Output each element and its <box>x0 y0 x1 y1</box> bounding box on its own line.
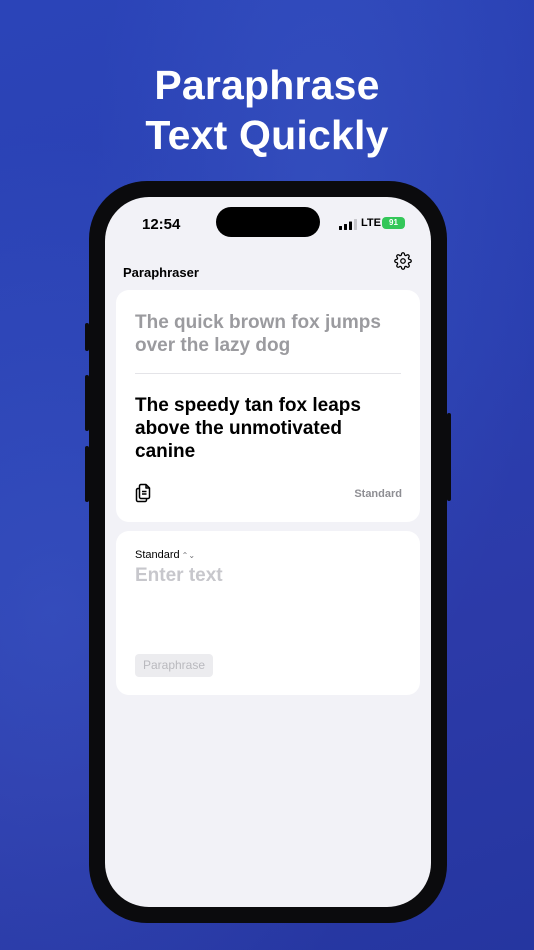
source-text: The quick brown fox jumps over the lazy … <box>135 312 381 356</box>
navigation-bar: Paraphraser <box>105 249 431 289</box>
battery-icon: 91 <box>382 217 405 229</box>
gear-icon[interactable] <box>394 252 412 270</box>
input-card: Standard⌃⌄ Paraphrase <box>116 531 420 695</box>
paraphrased-text: The speedy tan fox leaps above the unmot… <box>135 395 361 462</box>
phone-screen: 12:54 LTE 91 Paraphraser The quick brown… <box>105 197 431 907</box>
text-input[interactable] <box>135 565 401 645</box>
battery-level: 91 <box>389 218 398 227</box>
dynamic-island <box>216 207 320 237</box>
divider <box>135 373 401 374</box>
power-button <box>447 413 451 501</box>
app-title: Paraphraser <box>123 265 199 280</box>
mode-selector[interactable]: Standard ⌃⌄ <box>135 549 195 561</box>
copy-icon[interactable] <box>135 483 153 503</box>
status-time: 12:54 <box>142 216 181 233</box>
mode-selector-label: Standard <box>135 549 180 561</box>
headline-line-1: Paraphrase <box>154 62 380 108</box>
headline: Paraphrase Text Quickly <box>0 60 534 160</box>
mute-switch <box>85 323 89 351</box>
mode-tag: Standard <box>354 488 402 500</box>
volume-up-button <box>85 375 89 431</box>
network-label: LTE <box>361 217 381 229</box>
status-bar: 12:54 LTE 91 <box>105 197 431 249</box>
signal-icon <box>339 219 357 230</box>
headline-line-2: Text Quickly <box>145 112 389 158</box>
volume-down-button <box>85 446 89 502</box>
chevron-up-down-icon: ⌃⌄ <box>181 551 196 560</box>
result-card: The quick brown fox jumps over the lazy … <box>116 290 420 522</box>
paraphrase-button[interactable]: Paraphrase <box>135 654 213 677</box>
phone-frame: 12:54 LTE 91 Paraphraser The quick brown… <box>85 181 451 923</box>
